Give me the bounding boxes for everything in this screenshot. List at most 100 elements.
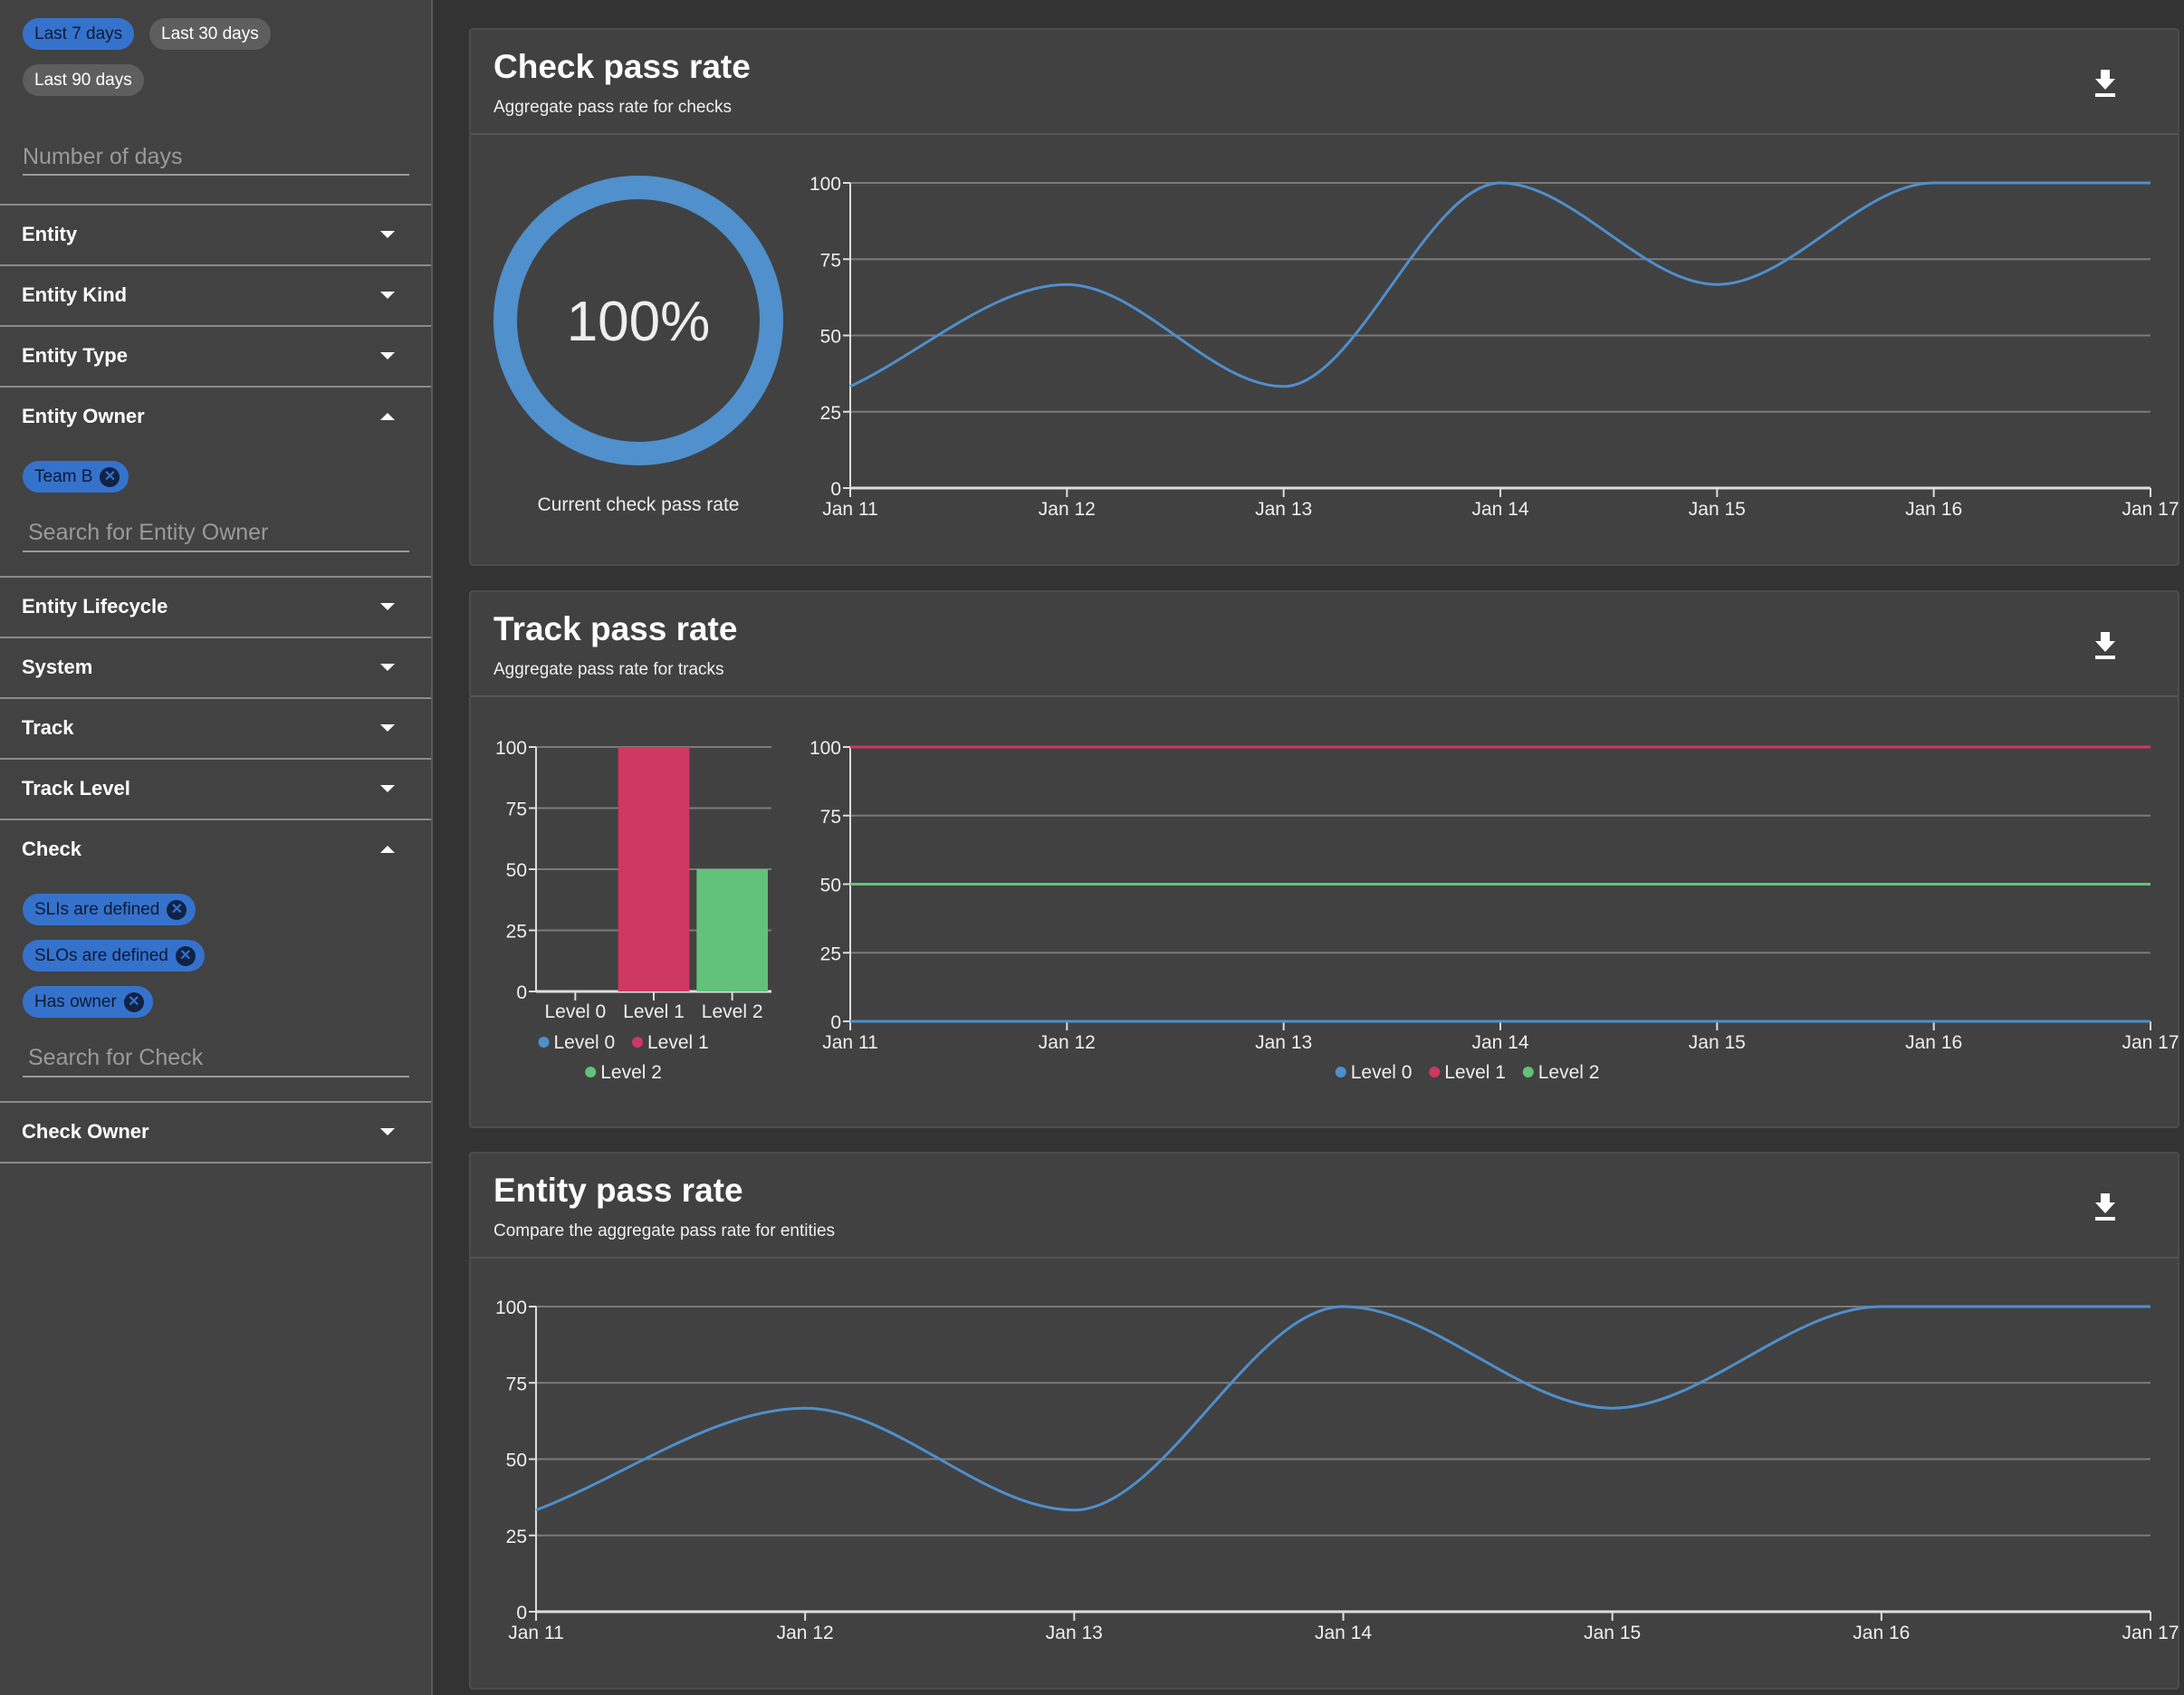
legend-marker bbox=[1335, 1067, 1346, 1077]
number-of-days-input[interactable] bbox=[23, 139, 409, 174]
chevron-up-icon[interactable] bbox=[380, 846, 395, 853]
remove-chip-icon[interactable]: ✕ bbox=[167, 899, 187, 920]
filter-label: Entity bbox=[22, 223, 78, 245]
legend-item-level-2: Level 2 bbox=[585, 1062, 662, 1083]
y-tick-label: 50 bbox=[820, 327, 841, 348]
filter-track-header[interactable]: Track bbox=[0, 698, 431, 758]
x-tick-label: Jan 13 bbox=[1255, 499, 1312, 520]
y-tick-label: 75 bbox=[506, 800, 527, 820]
legend-marker bbox=[585, 1067, 597, 1077]
filter-label: Check Owner bbox=[22, 1120, 149, 1143]
x-tick-label: Level 0 bbox=[544, 1001, 606, 1022]
filter-entity-kind-header[interactable]: Entity Kind bbox=[0, 265, 431, 325]
y-tick-label: 25 bbox=[820, 403, 841, 424]
filter-chip-label: SLIs are defined bbox=[34, 900, 160, 919]
chevron-down-icon[interactable] bbox=[380, 785, 395, 792]
chart-canvas: 0 25 50 75 100 Level 0 Level 1 Level 2 Level 0 Le… bbox=[495, 738, 2179, 1083]
legend-marker bbox=[632, 1037, 643, 1048]
filter-sidebar: Last 7 days Last 30 days Last 90 days En… bbox=[0, 0, 433, 1695]
filter-search-field: Search for Entity Owner bbox=[23, 516, 409, 552]
x-tick-label: Jan 17 bbox=[2122, 1623, 2179, 1643]
chart-canvas: 0 25 50 75 100 Jan 11 Jan 12 Jan 13 Jan 14 Jan 15… bbox=[495, 1298, 2179, 1643]
filter-label: Entity Owner bbox=[22, 405, 145, 427]
chevron-up-icon[interactable] bbox=[380, 413, 395, 420]
filter-entity-lifecycle-header[interactable]: Entity Lifecycle bbox=[0, 577, 431, 637]
chevron-down-icon[interactable] bbox=[380, 724, 395, 732]
gauge-value: 100% bbox=[567, 291, 711, 353]
filter-entity-type-header[interactable]: Entity Type bbox=[0, 326, 431, 386]
x-tick-label: Jan 13 bbox=[1255, 1032, 1312, 1053]
entity-pass-rate-panel: Entity pass rate Compare the aggregate pa… bbox=[469, 1152, 2179, 1690]
filter-entity-owner-header[interactable]: Entity Owner bbox=[0, 387, 431, 446]
x-tick-label: Jan 14 bbox=[1471, 1032, 1528, 1053]
x-tick-label: Jan 14 bbox=[1471, 499, 1528, 520]
x-tick-label: Jan 15 bbox=[1689, 1032, 1746, 1053]
y-tick-label: 25 bbox=[506, 1527, 527, 1547]
filter-chip: SLOs are defined ✕ bbox=[23, 940, 205, 972]
y-tick-label: 50 bbox=[506, 1451, 527, 1471]
filter-label: Entity Type bbox=[22, 344, 128, 367]
filter-label: System bbox=[22, 656, 93, 678]
x-tick-label: Jan 16 bbox=[1853, 1623, 1910, 1643]
search-entity-owner-input[interactable] bbox=[23, 516, 409, 551]
y-tick-label: 100 bbox=[495, 738, 527, 759]
legend-item-level-1: Level 1 bbox=[632, 1032, 709, 1053]
range-chip-last-30-days[interactable]: Last 30 days bbox=[149, 18, 271, 50]
chevron-down-icon[interactable] bbox=[380, 292, 395, 299]
range-chip-last-7-days[interactable]: Last 7 days bbox=[23, 18, 135, 50]
gauge-label: Current check pass rate bbox=[538, 494, 740, 515]
chevron-down-icon[interactable] bbox=[380, 1128, 395, 1135]
filter-search-field: Search for Check bbox=[23, 1041, 409, 1077]
x-tick-label: Jan 12 bbox=[777, 1623, 834, 1643]
x-tick-label: Jan 12 bbox=[1039, 1032, 1096, 1053]
filter-check-header[interactable]: Check bbox=[0, 819, 431, 879]
series-line bbox=[849, 181, 2150, 388]
chevron-down-icon[interactable] bbox=[380, 352, 395, 359]
filter-chip: SLIs are defined ✕ bbox=[23, 894, 196, 925]
search-check-input[interactable] bbox=[23, 1041, 409, 1076]
chevron-down-icon[interactable] bbox=[380, 664, 395, 671]
y-tick-label: 100 bbox=[809, 174, 841, 195]
legend-item-level-0: Level 0 bbox=[538, 1032, 615, 1053]
x-tick-label: Jan 16 bbox=[1905, 1032, 1962, 1053]
y-tick-label: 100 bbox=[809, 738, 841, 759]
x-tick-label: Jan 12 bbox=[1039, 499, 1096, 520]
y-tick-label: 100 bbox=[495, 1298, 527, 1318]
chevron-down-icon[interactable] bbox=[380, 231, 395, 238]
divider bbox=[0, 1162, 431, 1164]
legend-marker bbox=[1522, 1067, 1534, 1077]
legend-marker bbox=[1429, 1067, 1441, 1077]
x-tick-label: Jan 15 bbox=[1689, 499, 1746, 520]
y-tick-label: 50 bbox=[820, 876, 841, 896]
filter-chip: Team B ✕ bbox=[23, 461, 129, 493]
y-tick-label: 0 bbox=[830, 1012, 841, 1033]
x-tick-label: Jan 11 bbox=[822, 499, 878, 520]
bar-level-1 bbox=[618, 747, 690, 991]
y-tick-label: 75 bbox=[820, 807, 841, 828]
x-tick-label: Jan 13 bbox=[1046, 1623, 1103, 1643]
filter-system-header[interactable]: System bbox=[0, 637, 431, 697]
y-tick-label: 25 bbox=[820, 943, 841, 964]
y-tick-label: 25 bbox=[506, 922, 527, 943]
filter-label: Entity Lifecycle bbox=[22, 595, 168, 618]
filter-entity-header[interactable]: Entity bbox=[0, 205, 431, 264]
filter-label: Entity Kind bbox=[22, 283, 128, 306]
filter-track-level-header[interactable]: Track Level bbox=[0, 759, 431, 819]
y-tick-label: 0 bbox=[516, 982, 527, 1003]
chevron-down-icon[interactable] bbox=[380, 603, 395, 610]
y-tick-label: 75 bbox=[820, 250, 841, 271]
series-line bbox=[535, 1305, 2150, 1512]
remove-chip-icon[interactable]: ✕ bbox=[100, 466, 120, 487]
legend-label: Level 1 bbox=[647, 1032, 709, 1053]
legend-marker bbox=[538, 1037, 550, 1048]
filter-check-owner-header[interactable]: Check Owner bbox=[0, 1102, 431, 1162]
filter-chip-label: SLOs are defined bbox=[34, 946, 168, 965]
legend-label: Level 0 bbox=[1351, 1062, 1413, 1083]
filter-chip-label: Has owner bbox=[34, 992, 117, 1011]
x-tick-label: Jan 15 bbox=[1584, 1623, 1641, 1643]
legend-item-level-2: Level 2 bbox=[1522, 1062, 1599, 1083]
remove-chip-icon[interactable]: ✕ bbox=[175, 945, 196, 966]
remove-chip-icon[interactable]: ✕ bbox=[123, 991, 144, 1012]
range-chip-last-90-days[interactable]: Last 90 days bbox=[23, 64, 144, 96]
track-pass-rate-panel: Track pass rate Aggregate pass rate for t… bbox=[469, 590, 2179, 1128]
